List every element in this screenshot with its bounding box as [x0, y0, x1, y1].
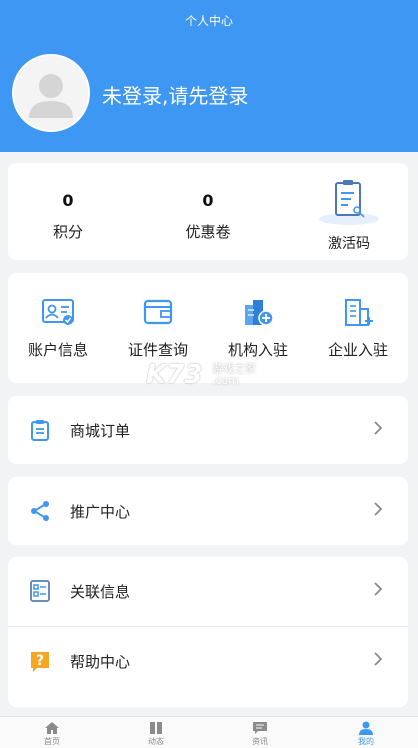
document-list-icon	[30, 580, 50, 602]
chevron-right-icon	[374, 652, 383, 666]
activation-code-label: 激活码	[328, 236, 370, 252]
grid-item-institution-join[interactable]: 机构入驻	[208, 297, 308, 360]
grid-item-id-query[interactable]: 证件查询	[108, 297, 208, 360]
watermark-main: K73	[146, 360, 203, 390]
tab-mine[interactable]: 我的	[314, 717, 418, 748]
tab-label: 资讯	[252, 737, 268, 746]
tab-dynamics[interactable]: 动态	[104, 717, 208, 748]
grid-item-label: 机构入驻	[227, 341, 288, 359]
info-help-card: 关联信息 ? 帮助中心	[8, 557, 408, 707]
tab-label: 我的	[358, 737, 374, 746]
share-icon	[31, 501, 49, 521]
profile-header: 个人中心 未登录,请先登录	[0, 0, 418, 152]
menu-item-label: 商城订单	[70, 422, 131, 440]
grid-item-enterprise-join[interactable]: 企业入驻	[308, 297, 408, 360]
avatar[interactable]	[12, 54, 90, 132]
activation-code-button[interactable]: 激活码	[304, 177, 394, 257]
chevron-right-icon	[374, 502, 383, 516]
home-icon	[45, 722, 59, 734]
activation-code-icon	[319, 180, 379, 225]
tab-news[interactable]: 资讯	[208, 717, 312, 748]
k73-watermark: K73 游戏之家 .com	[146, 358, 276, 390]
building-add-icon	[245, 300, 274, 326]
menu-item-label: 帮助中心	[70, 653, 131, 671]
enterprise-add-icon	[345, 299, 373, 326]
clipboard-icon	[31, 420, 49, 441]
grid-item-label: 企业入驻	[327, 341, 388, 359]
wallet-icon	[143, 299, 173, 325]
coupons-label: 优惠卷	[185, 223, 231, 241]
tab-label: 首页	[44, 737, 60, 746]
points-label: 积分	[52, 223, 83, 241]
orders-card: 商城订单	[8, 396, 408, 464]
watermark-sub2: .com	[212, 374, 239, 387]
menu-item-help-center[interactable]: ? 帮助中心	[8, 627, 408, 695]
dynamics-icon	[150, 722, 162, 734]
login-prompt[interactable]: 未登录,请先登录	[102, 80, 248, 109]
default-avatar-icon	[29, 74, 73, 118]
news-icon	[253, 722, 267, 734]
grid-item-label: 账户信息	[27, 341, 88, 359]
page-title: 个人中心	[184, 14, 233, 28]
menu-item-mall-orders[interactable]: 商城订单	[8, 396, 408, 464]
menu-item-promotion-center[interactable]: 推广中心	[8, 477, 408, 545]
menu-item-related-info[interactable]: 关联信息	[8, 557, 408, 625]
account-card-icon	[42, 299, 74, 325]
points-value: 0	[62, 191, 74, 210]
chevron-right-icon	[374, 421, 383, 435]
bottom-tab-bar: 首页 动态 资讯 我的	[0, 716, 418, 748]
svg-text:?: ?	[36, 653, 44, 669]
menu-item-label: 推广中心	[70, 503, 131, 521]
tab-label: 动态	[148, 737, 164, 746]
menu-item-label: 关联信息	[70, 583, 131, 601]
grid-item-label: 证件查询	[127, 341, 188, 359]
grid-item-account-info[interactable]: 账户信息	[8, 297, 108, 360]
profile-icon	[359, 721, 373, 735]
chevron-right-icon	[374, 582, 383, 596]
tab-home[interactable]: 首页	[0, 717, 104, 748]
help-icon: ?	[31, 652, 49, 672]
promo-card: 推广中心	[8, 477, 408, 545]
stats-card: 0 积分 0 优惠卷 激活码	[8, 163, 408, 260]
coupons-value: 0	[202, 191, 214, 210]
